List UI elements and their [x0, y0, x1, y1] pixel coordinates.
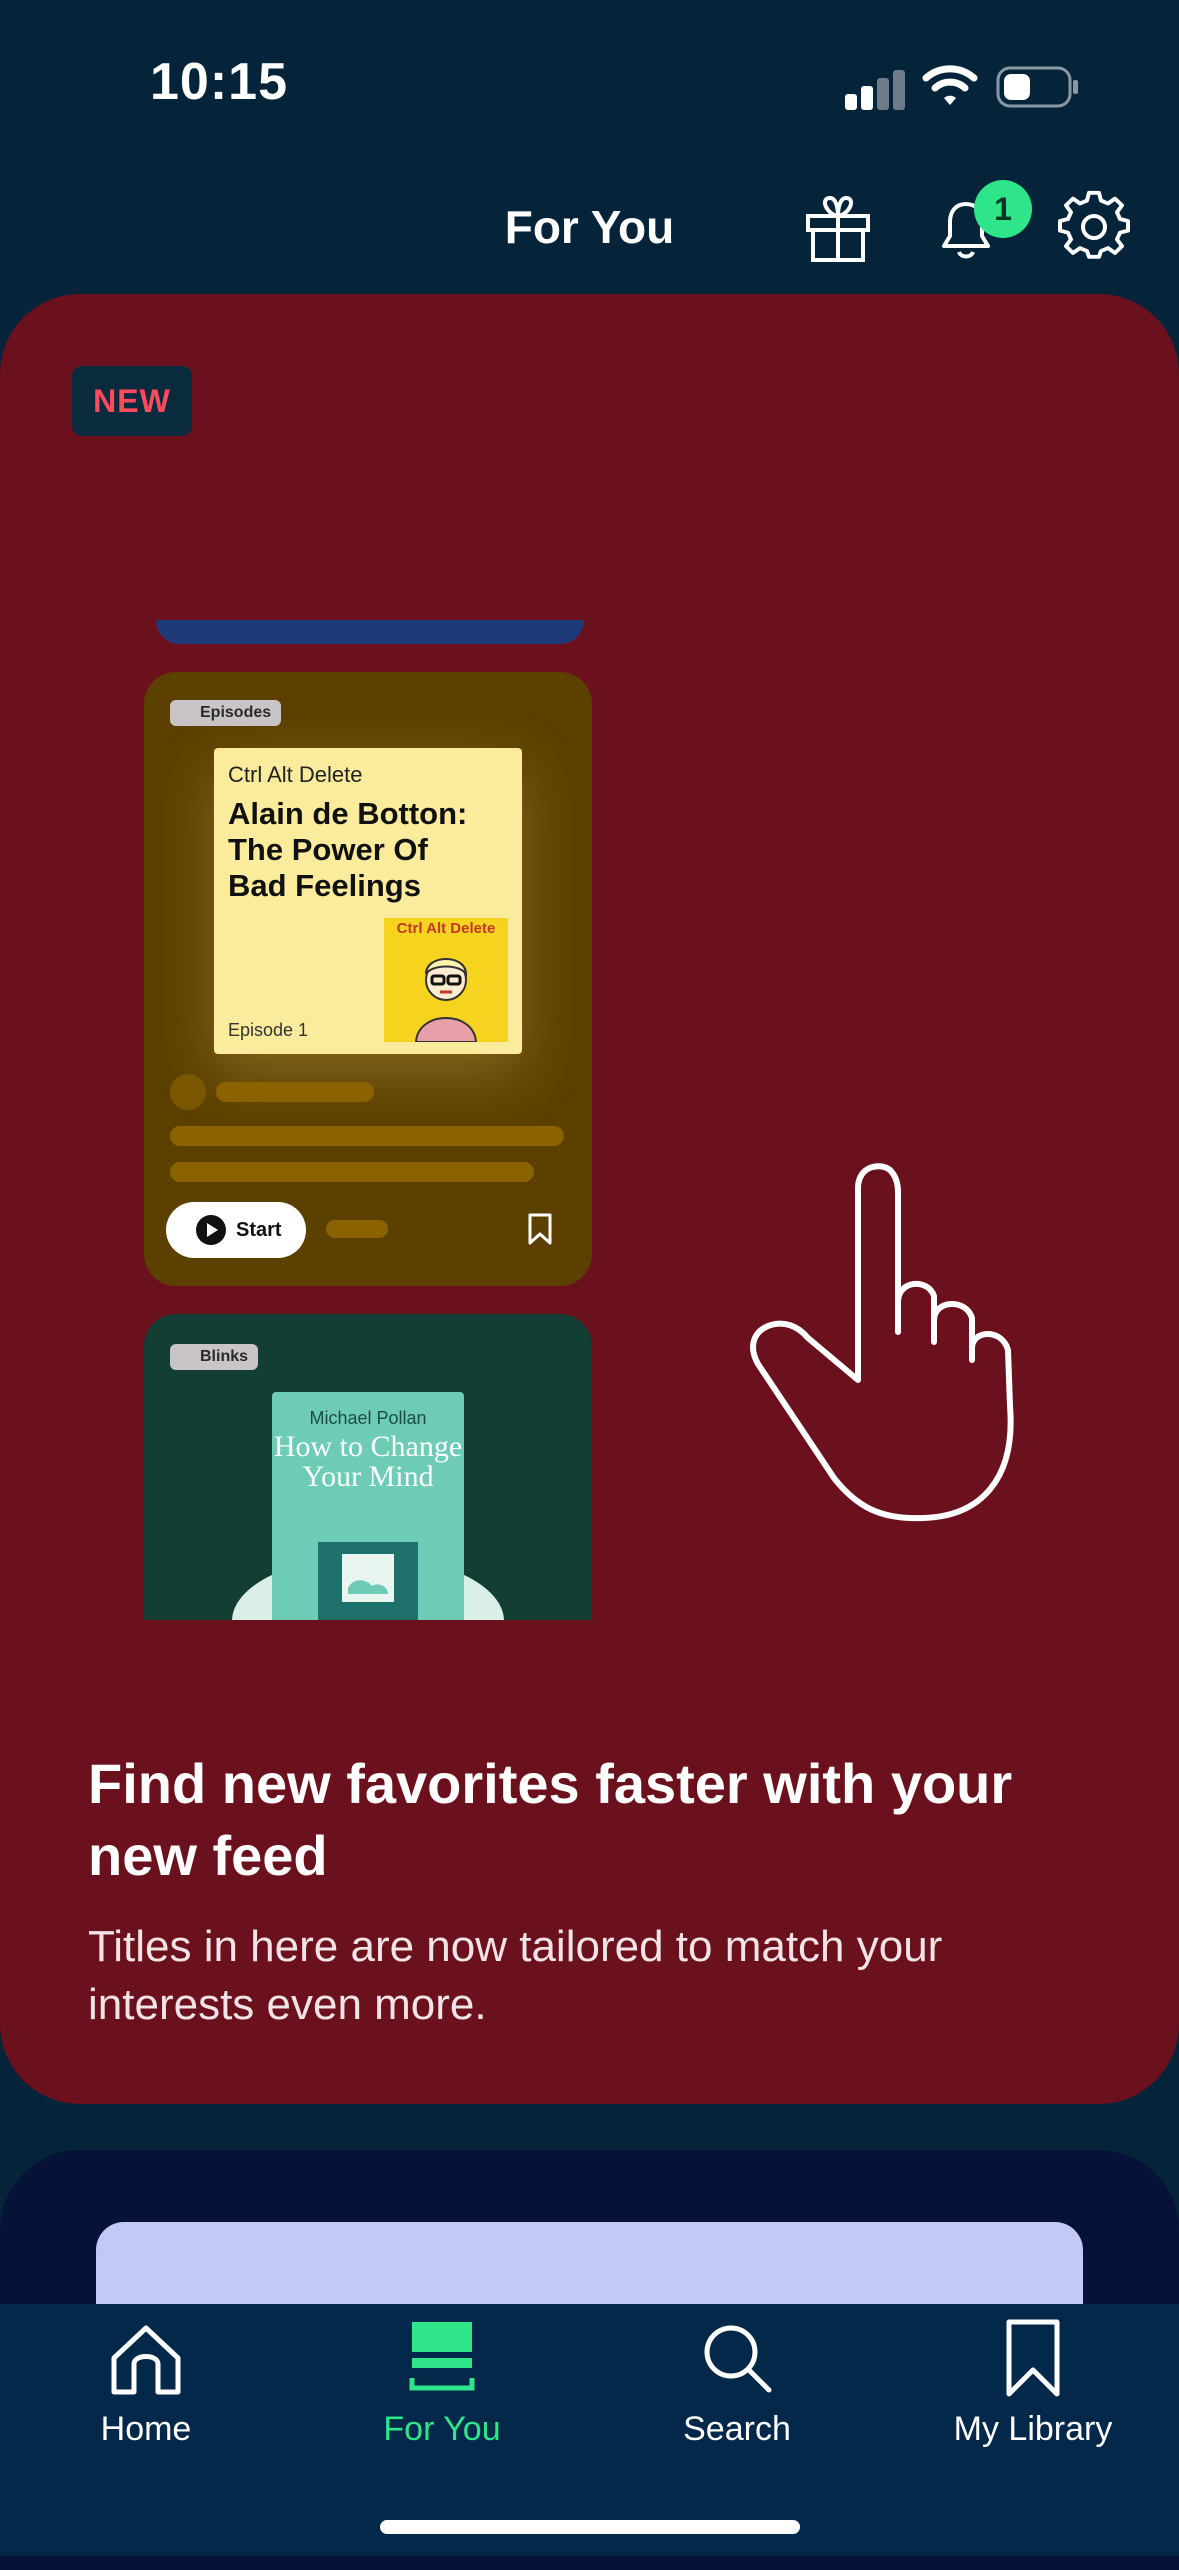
tab-for-you[interactable]: For You: [322, 2318, 562, 2449]
notification-badge: 1: [974, 180, 1032, 238]
tab-label: For You: [383, 2410, 501, 2448]
episode-cover: Ctrl Alt Delete Alain de Botton: The Pow…: [214, 748, 522, 1054]
promo-title: Find new favorites faster with your new …: [88, 1752, 1013, 1887]
placeholder-line: [170, 1162, 534, 1182]
tab-label: My Library: [953, 2410, 1113, 2448]
home-indicator[interactable]: [380, 2520, 800, 2534]
placeholder-line: [326, 1220, 388, 1238]
placeholder-line: [216, 1082, 374, 1102]
tab-label: Search: [683, 2410, 791, 2448]
book-title: How to Change Your Mind: [273, 1430, 463, 1493]
podcast-artwork: Ctrl Alt Delete: [384, 918, 508, 1042]
hand-pointer-icon: [750, 1163, 1014, 1522]
wifi-icon: [922, 65, 978, 105]
cellular-signal-icon: [845, 70, 907, 110]
battery-icon: [996, 66, 1078, 108]
placeholder-avatar: [170, 1074, 206, 1110]
blinks-tag: Blinks: [170, 1344, 259, 1370]
gear-icon[interactable]: [1058, 190, 1130, 262]
status-time: 10:15: [150, 53, 288, 111]
play-icon: [196, 1215, 226, 1245]
tab-home[interactable]: Home: [26, 2318, 266, 2449]
cover-title: Alain de Botton: The Power Of Bad Feelin…: [228, 796, 468, 903]
bookmark-icon: [1006, 2319, 1060, 2397]
placeholder-line: [170, 1126, 564, 1146]
portrait-illustration: [414, 958, 478, 1042]
tab-my-library[interactable]: My Library: [913, 2318, 1153, 2449]
book-cover: Michael Pollan How to Change Your Mind: [272, 1392, 464, 1620]
episodes-tag: Episodes: [170, 700, 282, 726]
start-label: Start: [236, 1218, 282, 1241]
bookmark-icon: [528, 1213, 552, 1245]
gift-icon[interactable]: [802, 192, 874, 264]
book-author: Michael Pollan: [309, 1408, 427, 1428]
promo-subtitle: Titles in here are now tailored to match…: [88, 1922, 943, 2029]
home-icon: [111, 2325, 181, 2395]
door-illustration: [318, 1542, 418, 1620]
tab-search[interactable]: Search: [617, 2318, 857, 2449]
new-badge: NEW: [72, 366, 192, 436]
tab-label: Home: [100, 2410, 192, 2448]
stacked-card-edge: [156, 620, 584, 644]
cover-episode: Episode 1: [228, 1020, 309, 1040]
cover-subtitle: Ctrl Alt Delete: [228, 762, 363, 787]
artwork-text: Ctrl Alt Delete: [396, 920, 496, 937]
start-button: Start: [166, 1202, 306, 1258]
for-you-icon: [409, 2322, 475, 2391]
search-icon: [704, 2325, 772, 2393]
